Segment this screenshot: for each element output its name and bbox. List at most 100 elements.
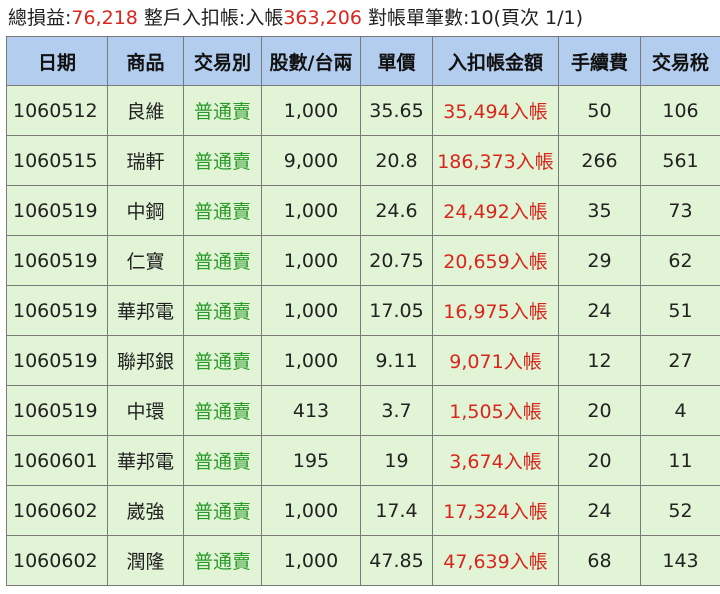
table-header-row: 日期 商品 交易別 股數/台兩 單價 入扣帳金額 手續費 交易稅: [6, 36, 720, 86]
cell-fee: 50: [558, 85, 641, 136]
table-row: 1060519 聯邦銀 普通賣 1,000 9.11 9,071入帳 12 27: [6, 335, 720, 386]
cell-date: 1060602: [6, 485, 108, 536]
cell-amount: 17,324入帳: [432, 485, 559, 536]
cell-date: 1060519: [6, 235, 108, 286]
table-row: 1060602 潤隆 普通賣 1,000 47.85 47,639入帳 68 1…: [6, 535, 720, 586]
header-price: 單價: [360, 36, 433, 86]
total-pnl-value: 76,218: [71, 7, 138, 29]
cell-shares: 1,000: [261, 335, 361, 386]
cell-product: 聯邦銀: [107, 335, 184, 386]
cell-amount: 47,639入帳: [432, 535, 559, 586]
table-row: 1060519 中環 普通賣 413 3.7 1,505入帳 20 4: [6, 385, 720, 436]
cell-tax: 73: [640, 185, 720, 236]
cell-price: 3.7: [360, 385, 433, 436]
cell-trade-type: 普通賣: [183, 385, 262, 436]
cell-fee: 12: [558, 335, 641, 386]
cell-price: 9.11: [360, 335, 433, 386]
cell-trade-type: 普通賣: [183, 335, 262, 386]
cell-fee: 266: [558, 135, 641, 186]
summary-bar: 總損益:76,218 整戶入扣帳:入帳363,206 對帳單筆數:10(頁次 1…: [0, 0, 720, 36]
cell-fee: 29: [558, 235, 641, 286]
cell-date: 1060602: [6, 535, 108, 586]
cell-price: 24.6: [360, 185, 433, 236]
cell-date: 1060519: [6, 185, 108, 236]
header-amount: 入扣帳金額: [432, 36, 559, 86]
cell-shares: 1,000: [261, 85, 361, 136]
header-tax: 交易稅: [640, 36, 720, 86]
cell-trade-type: 普通賣: [183, 435, 262, 486]
total-pnl-label: 總損益:: [8, 7, 72, 29]
cell-product: 良維: [107, 85, 184, 136]
cell-trade-type: 普通賣: [183, 235, 262, 286]
table-row: 1060519 華邦電 普通賣 1,000 17.05 16,975入帳 24 …: [6, 285, 720, 336]
table-row: 1060601 華邦電 普通賣 195 19 3,674入帳 20 11: [6, 435, 720, 486]
header-product: 商品: [107, 36, 184, 86]
cell-product: 中環: [107, 385, 184, 436]
account-settlement-value: 363,206: [283, 7, 362, 29]
cell-product: 崴強: [107, 485, 184, 536]
statement-table: 日期 商品 交易別 股數/台兩 單價 入扣帳金額 手續費 交易稅 1060512…: [6, 36, 720, 586]
cell-tax: 51: [640, 285, 720, 336]
cell-trade-type: 普通賣: [183, 135, 262, 186]
cell-amount: 35,494入帳: [432, 85, 559, 136]
cell-amount: 186,373入帳: [432, 135, 559, 186]
cell-trade-type: 普通賣: [183, 485, 262, 536]
cell-shares: 195: [261, 435, 361, 486]
cell-fee: 35: [558, 185, 641, 236]
cell-product: 瑞軒: [107, 135, 184, 186]
header-trade-type: 交易別: [183, 36, 262, 86]
cell-date: 1060601: [6, 435, 108, 486]
cell-price: 35.65: [360, 85, 433, 136]
cell-fee: 20: [558, 435, 641, 486]
cell-amount: 24,492入帳: [432, 185, 559, 236]
cell-trade-type: 普通賣: [183, 185, 262, 236]
table-row: 1060602 崴強 普通賣 1,000 17.4 17,324入帳 24 52: [6, 485, 720, 536]
table-row: 1060519 仁寶 普通賣 1,000 20.75 20,659入帳 29 6…: [6, 235, 720, 286]
cell-shares: 9,000: [261, 135, 361, 186]
cell-amount: 1,505入帳: [432, 385, 559, 436]
cell-tax: 11: [640, 435, 720, 486]
cell-tax: 143: [640, 535, 720, 586]
cell-fee: 68: [558, 535, 641, 586]
cell-price: 17.05: [360, 285, 433, 336]
cell-fee: 24: [558, 285, 641, 336]
cell-date: 1060519: [6, 285, 108, 336]
table-row: 1060512 良維 普通賣 1,000 35.65 35,494入帳 50 1…: [6, 85, 720, 136]
cell-product: 仁寶: [107, 235, 184, 286]
cell-date: 1060519: [6, 385, 108, 436]
cell-shares: 413: [261, 385, 361, 436]
cell-price: 20.8: [360, 135, 433, 186]
cell-trade-type: 普通賣: [183, 85, 262, 136]
cell-date: 1060519: [6, 335, 108, 386]
cell-trade-type: 普通賣: [183, 535, 262, 586]
cell-product: 華邦電: [107, 285, 184, 336]
cell-amount: 20,659入帳: [432, 235, 559, 286]
cell-fee: 24: [558, 485, 641, 536]
header-shares: 股數/台兩: [261, 36, 361, 86]
cell-tax: 106: [640, 85, 720, 136]
account-settlement-label: 整戶入扣帳:入帳: [137, 7, 284, 29]
cell-price: 19: [360, 435, 433, 486]
cell-shares: 1,000: [261, 235, 361, 286]
cell-tax: 27: [640, 335, 720, 386]
header-date: 日期: [6, 36, 108, 86]
header-fee: 手續費: [558, 36, 641, 86]
cell-tax: 561: [640, 135, 720, 186]
cell-price: 17.4: [360, 485, 433, 536]
cell-tax: 52: [640, 485, 720, 536]
cell-tax: 62: [640, 235, 720, 286]
cell-price: 20.75: [360, 235, 433, 286]
cell-shares: 1,000: [261, 485, 361, 536]
cell-trade-type: 普通賣: [183, 285, 262, 336]
cell-amount: 3,674入帳: [432, 435, 559, 486]
cell-product: 華邦電: [107, 435, 184, 486]
table-body: 1060512 良維 普通賣 1,000 35.65 35,494入帳 50 1…: [6, 85, 720, 586]
cell-price: 47.85: [360, 535, 433, 586]
cell-product: 中鋼: [107, 185, 184, 236]
cell-product: 潤隆: [107, 535, 184, 586]
cell-date: 1060512: [6, 85, 108, 136]
cell-shares: 1,000: [261, 285, 361, 336]
cell-shares: 1,000: [261, 535, 361, 586]
table-row: 1060515 瑞軒 普通賣 9,000 20.8 186,373入帳 266 …: [6, 135, 720, 186]
cell-tax: 4: [640, 385, 720, 436]
